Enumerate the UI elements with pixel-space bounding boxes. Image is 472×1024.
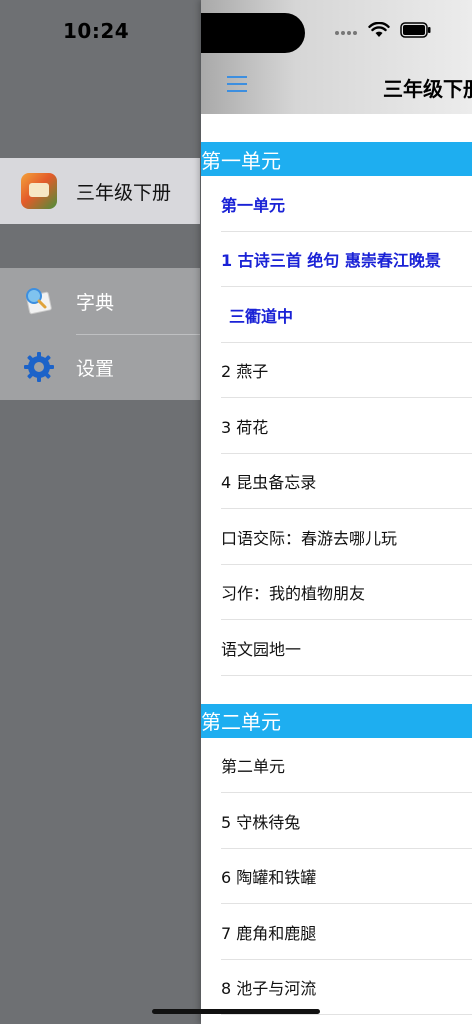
list-item[interactable]: 6 陶罐和铁罐 (201, 849, 472, 905)
page-title: 三年级下册 (383, 77, 472, 101)
list-item[interactable]: 第一单元 (201, 176, 472, 232)
dynamic-island (201, 13, 305, 53)
list-item[interactable]: 4 昆虫备忘录 (201, 454, 472, 510)
list-item[interactable]: 1 古诗三首 绝句 惠崇春江晚景 (201, 232, 472, 288)
list-item[interactable]: 第二单元 (201, 738, 472, 794)
drawer-book-label: 三年级下册 (76, 181, 172, 204)
wifi-icon (368, 21, 390, 42)
list-item[interactable]: 习作：我的植物朋友 (201, 565, 472, 621)
section-header: 第二单元 (201, 703, 472, 738)
list-item[interactable]: 2 燕子 (201, 343, 472, 399)
gear-icon (21, 349, 57, 385)
status-time: 10:24 (63, 19, 130, 43)
status-icons (334, 21, 432, 42)
nav-header: 三年级下册 (201, 0, 472, 114)
list-item[interactable]: 口语交际：春游去哪儿玩 (201, 509, 472, 565)
drawer-item-dictionary[interactable]: 字典 (0, 268, 200, 334)
drawer-current-book[interactable]: 三年级下册 (0, 158, 200, 224)
hamburger-icon[interactable] (227, 76, 247, 94)
drawer-item-label: 设置 (76, 357, 115, 380)
list-item[interactable]: 3 荷花 (201, 398, 472, 454)
drawer-item-label: 字典 (76, 291, 115, 314)
home-indicator (152, 1009, 320, 1014)
list-item[interactable]: 5 守株待兔 (201, 793, 472, 849)
book-cover-icon (21, 173, 57, 209)
section-header: 第一单元 (201, 142, 472, 176)
list-item[interactable]: 三衢道中 (201, 287, 472, 343)
main-panel: 三年级下册 第一单元 第一单元 1 古诗三首 绝句 惠崇春江晚景 三衢道中 2 … (201, 0, 472, 1024)
list-item[interactable]: 8 池子与河流 (201, 960, 472, 1016)
list-item[interactable]: 语文园地一 (201, 620, 472, 676)
signal-icon (334, 23, 358, 42)
battery-icon (400, 22, 432, 42)
dictionary-icon (21, 283, 57, 319)
drawer-menu: 字典 设置 (0, 268, 200, 400)
side-drawer: 10:24 三年级下册 字典 设置 (0, 0, 200, 1024)
list-item[interactable]: 7 鹿角和鹿腿 (201, 904, 472, 960)
lesson-list: 第一单元 第一单元 1 古诗三首 绝句 惠崇春江晚景 三衢道中 2 燕子 3 荷… (201, 142, 472, 1015)
drawer-item-settings[interactable]: 设置 (0, 334, 200, 400)
